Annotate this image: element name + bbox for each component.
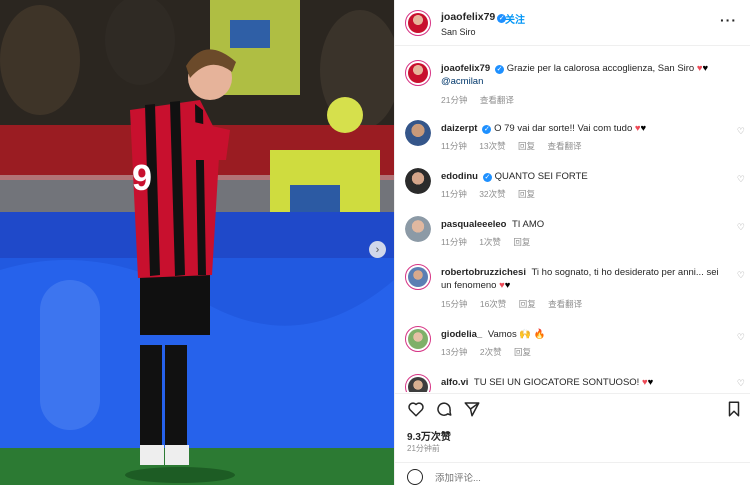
caption-mention[interactable]: @acmilan — [441, 76, 483, 87]
comment-time[interactable]: 11分钟 — [441, 189, 467, 199]
svg-text:9: 9 — [132, 157, 152, 198]
comment-meta: 11分钟 13次赞 回复 查看翻译 — [441, 140, 591, 152]
author-avatar[interactable] — [405, 10, 431, 36]
more-options-icon[interactable]: ··· — [720, 12, 737, 28]
smiley-icon[interactable] — [407, 469, 423, 485]
commenter-avatar[interactable] — [405, 326, 431, 352]
comment-bubble-icon[interactable] — [435, 400, 453, 418]
comment-text: giodelia_ Vamos 🙌 🔥 — [441, 328, 731, 341]
caption-translate[interactable]: 查看翻译 — [480, 95, 514, 105]
comment-like-heart-icon[interactable]: ♡ — [737, 332, 745, 343]
translate-button[interactable]: 查看翻译 — [548, 299, 582, 309]
commenter-avatar[interactable] — [405, 374, 431, 392]
post-header: joaofelix79 ✓ 关注 San Siro ··· — [395, 0, 750, 46]
next-photo-button[interactable]: › — [369, 241, 386, 258]
likes-count[interactable]: 9.3万次赞 — [407, 428, 451, 443]
comment-like-heart-icon[interactable]: ♡ — [737, 126, 745, 137]
translate-button[interactable]: 查看翻译 — [547, 141, 581, 151]
comment-like-heart-icon[interactable]: ♡ — [737, 270, 745, 281]
verified-badge-icon: ✓ — [482, 173, 492, 182]
post-location[interactable]: San Siro — [441, 27, 476, 37]
list-item: daizerpt ✓ O 79 vai dar sorte!! Vai com t… — [395, 118, 750, 158]
comment-time[interactable]: 11分钟 — [441, 141, 467, 151]
comment-meta: 15分钟 16次赞 回复 查看翻译 — [441, 298, 592, 310]
verified-badge-icon: ✓ — [482, 125, 492, 134]
comment-text: robertobruzzichesi Ti ho sognato, ti ho … — [441, 266, 731, 292]
reply-button[interactable]: 回复 — [518, 189, 535, 199]
list-item: giodelia_ Vamos 🙌 🔥 13分钟 2次赞 回复 ♡ — [395, 324, 750, 364]
comment-text: edodinu ✓ QUANTO SEI FORTE — [441, 170, 731, 183]
comment-username[interactable]: edodinu — [441, 171, 478, 182]
comment-likes[interactable]: 2次赞 — [480, 347, 502, 357]
caption-avatar[interactable] — [405, 60, 431, 86]
black-heart-emoji: ♥ — [702, 63, 709, 74]
comment-body: Vamos 🙌 🔥 — [487, 329, 546, 340]
comment-meta: 11分钟 1次赞 回复 — [441, 236, 540, 248]
comment-time[interactable]: 15分钟 — [441, 299, 467, 309]
comment-username[interactable]: alfo.vi — [441, 377, 468, 388]
bookmark-icon[interactable] — [725, 400, 743, 418]
follow-button[interactable]: 关注 — [505, 11, 525, 26]
commenter-avatar[interactable] — [405, 168, 431, 194]
comment-text: alfo.vi TU SEI UN GIOCATORE SONTUOSO! ♥♥ — [441, 376, 731, 389]
comment-likes[interactable]: 16次赞 — [480, 299, 506, 309]
paper-plane-icon[interactable] — [463, 400, 481, 418]
commenter-avatar[interactable] — [405, 264, 431, 290]
caption-body: Grazie per la calorosa accoglienza, San … — [506, 63, 695, 74]
comment-body: TU SEI UN GIOCATORE SONTUOSO! — [473, 377, 640, 388]
comment-time[interactable]: 13分钟 — [441, 347, 467, 357]
list-item: robertobruzzichesi Ti ho sognato, ti ho … — [395, 262, 750, 314]
comment-likes[interactable]: 1次赞 — [479, 237, 501, 247]
black-heart-emoji: ♥ — [647, 377, 654, 388]
reply-button[interactable]: 回复 — [513, 237, 530, 247]
reply-button[interactable]: 回复 — [519, 299, 536, 309]
reply-button[interactable]: 回复 — [518, 141, 535, 151]
author-username[interactable]: joaofelix79 ✓ — [441, 11, 507, 23]
commenter-avatar[interactable] — [405, 216, 431, 242]
list-item: alfo.vi TU SEI UN GIOCATORE SONTUOSO! ♥♥… — [395, 372, 750, 392]
post-caption: joaofelix79 ✓ Grazie per la calorosa acco… — [395, 58, 750, 108]
comment-like-heart-icon[interactable]: ♡ — [737, 174, 745, 185]
comment-like-heart-icon[interactable]: ♡ — [737, 222, 745, 233]
chevron-right-icon: › — [375, 243, 380, 256]
comment-meta: 11分钟 32次赞 回复 — [441, 188, 545, 200]
post-actions — [395, 393, 750, 423]
comment-likes[interactable]: 13次赞 — [479, 141, 505, 151]
author-username-text[interactable]: joaofelix79 — [441, 11, 495, 23]
comment-username[interactable]: robertobruzzichesi — [441, 267, 526, 278]
comment-likes[interactable]: 32次赞 — [479, 189, 505, 199]
add-comment-bar — [395, 462, 750, 485]
comment-username[interactable]: pasqualeeeleo — [441, 219, 506, 230]
comment-text: pasqualeeeleo TI AMO — [441, 218, 731, 231]
black-heart-emoji: ♥ — [504, 280, 511, 291]
verified-badge-icon: ✓ — [495, 65, 505, 74]
comment-username[interactable]: giodelia_ — [441, 329, 482, 340]
comment-username[interactable]: daizerpt — [441, 123, 477, 134]
commenter-avatar[interactable] — [405, 120, 431, 146]
heart-icon[interactable] — [407, 400, 425, 418]
post-timestamp[interactable]: 21分钟前 — [407, 443, 440, 454]
caption-username[interactable]: joaofelix79 — [441, 63, 490, 74]
caption-text: joaofelix79 ✓ Grazie per la calorosa acco… — [441, 62, 731, 88]
list-item: pasqualeeeleo TI AMO 11分钟 1次赞 回复 ♡ — [395, 214, 750, 254]
caption-time[interactable]: 21分钟 — [441, 95, 467, 105]
post-detail-panel: joaofelix79 ✓ 关注 San Siro ··· joaofelix79… — [394, 0, 750, 485]
comment-input[interactable] — [435, 473, 715, 484]
list-item: edodinu ✓ QUANTO SEI FORTE 11分钟 32次赞 回复 ♡ — [395, 166, 750, 206]
player-photo-art: 9 — [0, 0, 394, 485]
comment-text: daizerpt ✓ O 79 vai dar sorte!! Vai com t… — [441, 122, 731, 135]
comment-time[interactable]: 11分钟 — [441, 237, 467, 247]
comment-body: O 79 vai dar sorte!! Vai com tudo — [494, 123, 633, 134]
black-heart-emoji: ♥ — [640, 123, 647, 134]
comment-meta: 13分钟 2次赞 回复 — [441, 346, 541, 358]
reply-button[interactable]: 回复 — [514, 347, 531, 357]
comment-like-heart-icon[interactable]: ♡ — [737, 378, 745, 389]
comment-body: TI AMO — [511, 219, 545, 230]
post-photo: 9 › — [0, 0, 394, 485]
comment-body: QUANTO SEI FORTE — [494, 171, 588, 182]
caption-meta: 21分钟 查看翻译 — [441, 94, 524, 106]
